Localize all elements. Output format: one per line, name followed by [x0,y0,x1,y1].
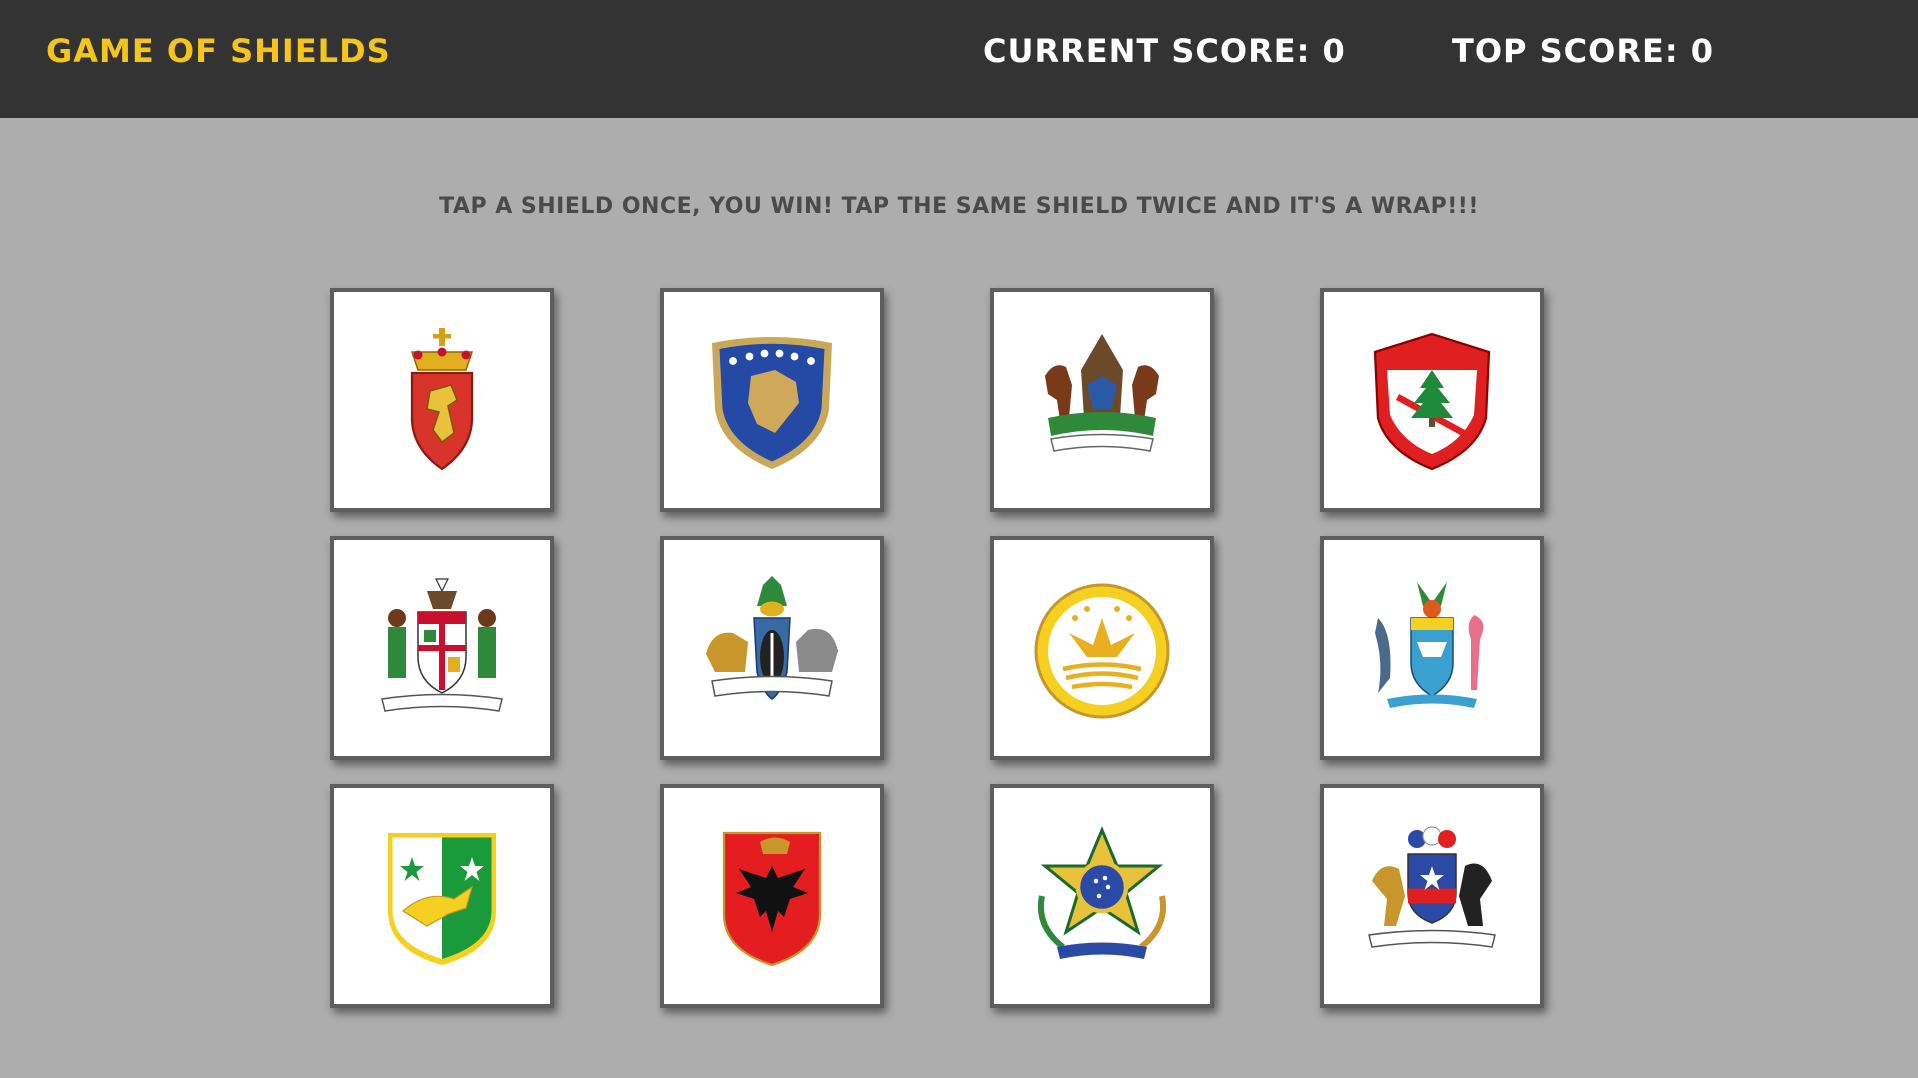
shield-card-lebanon[interactable] [1320,288,1544,512]
lebanon-coat-of-arms-icon [1373,332,1491,471]
lesotho-coat-of-arms-icon [1045,334,1159,452]
shield-card-eswatini[interactable] [660,536,884,760]
shield-grid [330,288,1544,1008]
current-score: Current Score: 0 [983,32,1346,70]
shield-card-norway[interactable] [330,288,554,512]
fiji-coat-of-arms-icon [381,578,503,712]
shield-card-chile[interactable] [1320,784,1544,1008]
bahamas-coat-of-arms-icon [1375,582,1484,708]
navbar: Game of Shields Current Score: 0 Top Sco… [0,0,1918,118]
shield-card-bahamas[interactable] [1320,536,1544,760]
top-score: Top Score: 0 [1452,32,1715,70]
shield-card-albania[interactable] [660,784,884,1008]
chile-coat-of-arms-icon [1368,826,1496,948]
bangladesh-emblem-icon [1034,583,1170,719]
norway-coat-of-arms-icon [410,328,474,471]
shield-card-brazil[interactable] [990,784,1214,1008]
albania-coat-of-arms-icon [722,831,822,967]
shield-card-lesotho[interactable] [990,288,1214,512]
instructions-text: Tap a shield once, you win! Tap the same… [439,194,1479,219]
abkhazia-coat-of-arms-icon [388,833,496,965]
brazil-coat-of-arms-icon [1038,826,1166,959]
eswatini-coat-of-arms-icon [706,576,838,700]
kosovo-coat-of-arms-icon [712,337,832,469]
brand-title: Game of Shields [46,32,391,70]
shield-card-kosovo[interactable] [660,288,884,512]
shield-card-abkhazia[interactable] [330,784,554,1008]
shield-card-fiji[interactable] [330,536,554,760]
shield-card-bangladesh[interactable] [990,536,1214,760]
